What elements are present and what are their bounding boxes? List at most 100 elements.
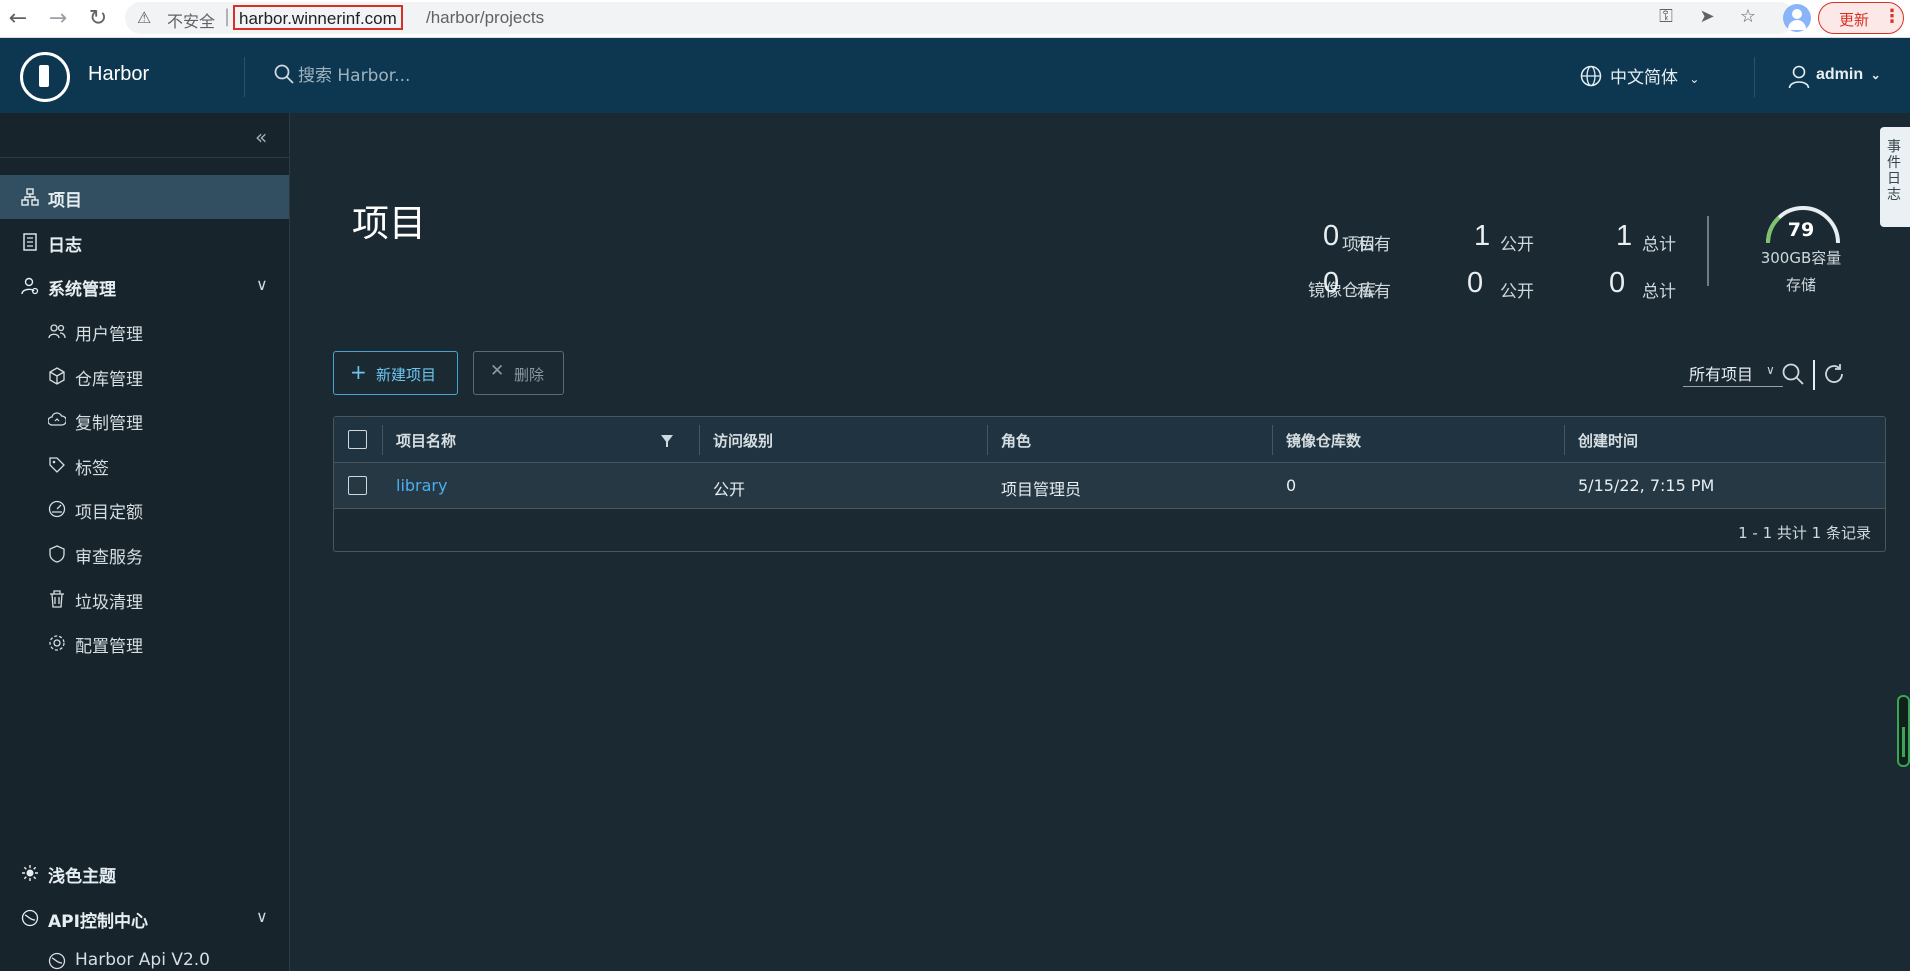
floating-scroll-widget[interactable] [1897, 695, 1910, 767]
user-icon [1788, 65, 1810, 89]
sidebar-item-projects[interactable]: 项目 [0, 175, 289, 219]
send-icon[interactable]: ➤ [1694, 6, 1720, 27]
sidebar-divider [0, 157, 290, 158]
stat-repos-public: 0 [1467, 267, 1484, 299]
column-header-created[interactable]: 创建时间 [1578, 430, 1638, 451]
sidebar-item-replication[interactable]: 复制管理 [0, 398, 289, 442]
select-all-checkbox[interactable] [348, 430, 367, 449]
table-header: 项目名称 访问级别 角色 镜像仓库数 创建时间 [334, 417, 1885, 463]
address-bar[interactable]: ⚠ 不安全 | harbor.winnerinf.com /harbor/pro… [125, 2, 1795, 34]
brand-name[interactable]: Harbor [88, 63, 149, 86]
column-divider [699, 425, 700, 455]
sidebar-item-label: 日志 [48, 236, 82, 256]
sidebar-item-api-center[interactable]: API控制中心 ∨ [0, 896, 289, 940]
column-divider [382, 425, 383, 455]
stat-repos-private: 0 [1323, 267, 1340, 299]
tag-icon [49, 457, 65, 473]
creation-time: 5/15/22, 7:15 PM [1578, 476, 1715, 495]
column-divider [1272, 425, 1273, 455]
star-icon[interactable]: ☆ [1735, 6, 1761, 27]
delete-button[interactable]: ✕ 删除 [473, 351, 564, 395]
sidebar-item-harbor-api[interactable]: Harbor Api V2.0 [0, 939, 289, 971]
sidebar-item-label: 审查服务 [75, 548, 143, 568]
sidebar-item-label: 项目定额 [75, 503, 143, 523]
language-selector[interactable]: 中文简体 ⌄ [1610, 63, 1699, 88]
new-project-button[interactable]: + 新建项目 [333, 351, 458, 395]
sidebar-item-label: 标签 [75, 459, 109, 479]
forward-icon[interactable]: → [44, 5, 72, 33]
chevron-down-icon: ∨ [256, 907, 268, 926]
stat-projects-public: 1 [1474, 220, 1491, 252]
sidebar-item-label: 仓库管理 [75, 370, 143, 390]
stat-projects-total: 1 [1616, 220, 1633, 252]
sidebar-item-label: 垃圾清理 [75, 593, 143, 613]
header-divider-right [1754, 57, 1755, 97]
api-item-label: Harbor Api V2.0 [75, 950, 210, 970]
project-name-link[interactable]: library [396, 476, 447, 495]
column-header-repo-count[interactable]: 镜像仓库数 [1286, 430, 1361, 451]
update-button[interactable]: 更新 ⋮ [1818, 2, 1904, 34]
chevron-down-icon: ⌄ [1870, 68, 1881, 82]
column-header-name[interactable]: 项目名称 [396, 430, 456, 451]
harbor-logo[interactable] [20, 52, 70, 102]
back-icon[interactable]: ← [4, 5, 32, 33]
access-level: 公开 [713, 480, 746, 499]
delete-label: 删除 [514, 366, 545, 384]
collapse-sidebar-icon[interactable]: « [255, 125, 267, 149]
sidebar-item-logs[interactable]: 日志 [0, 220, 289, 264]
sidebar-item-scanners[interactable]: 审查服务 [0, 532, 289, 576]
sidebar-item-label: 复制管理 [75, 414, 143, 434]
search-icon[interactable] [1781, 362, 1805, 386]
global-search-input[interactable] [298, 60, 698, 92]
row-checkbox[interactable] [348, 476, 367, 495]
projects-table: 项目名称 访问级别 角色 镜像仓库数 创建时间 library 公开 项目管理员… [333, 416, 1886, 552]
toolbar-divider [1813, 360, 1815, 390]
sidebar-item-label: 配置管理 [75, 637, 143, 657]
sidebar-item-registries[interactable]: 仓库管理 [0, 354, 289, 398]
theme-label: 浅色主题 [48, 867, 116, 887]
stat-projects-private: 0 [1323, 220, 1340, 252]
storage-value: 79 [1787, 219, 1815, 241]
theme-toggle[interactable]: 浅色主题 [0, 851, 289, 895]
filter-selected: 所有项目 [1689, 365, 1754, 384]
key-icon[interactable]: ⚿ [1653, 6, 1679, 27]
sidebar-item-labels[interactable]: 标签 [0, 443, 289, 487]
repo-count: 0 [1286, 476, 1297, 495]
column-header-role[interactable]: 角色 [1001, 430, 1031, 451]
event-log-tab[interactable]: 事件日志 [1880, 127, 1910, 227]
profile-avatar[interactable] [1783, 4, 1811, 32]
sidebar-item-users[interactable]: 用户管理 [0, 309, 289, 353]
stats-divider [1707, 216, 1709, 286]
sidebar-item-gc[interactable]: 垃圾清理 [0, 577, 289, 621]
projects-icon [21, 188, 39, 206]
main-content: 项目 项目 0 私有 1 公开 1 总计 镜像仓库 0 私有 0 公开 0 总计… [290, 113, 1910, 971]
app-header: Harbor 中文简体 ⌄ admin ⌄ [0, 38, 1910, 113]
column-divider [987, 425, 988, 455]
table-row[interactable]: library 公开 项目管理员 0 5/15/22, 7:15 PM [334, 463, 1885, 509]
search-icon [274, 64, 294, 84]
sidebar-item-admin[interactable]: 系统管理 ∨ [0, 264, 289, 308]
project-filter-select[interactable]: 所有项目 ∨ [1683, 359, 1783, 387]
more-icon: ⋮ [1883, 6, 1901, 27]
filter-icon[interactable] [661, 435, 673, 447]
refresh-icon[interactable] [1822, 362, 1846, 386]
column-header-access[interactable]: 访问级别 [713, 430, 773, 451]
close-icon: ✕ [490, 361, 505, 381]
reload-icon[interactable]: ↻ [84, 5, 112, 33]
admin-icon [21, 277, 39, 295]
pagination-summary: 1 - 1 共计 1 条记录 [1738, 524, 1871, 542]
registry-icon [49, 367, 65, 385]
new-project-label: 新建项目 [376, 366, 437, 384]
storage-label: 存储 [1785, 276, 1816, 294]
users-icon [48, 324, 66, 339]
user-menu[interactable]: admin ⌄ [1816, 66, 1881, 84]
event-log-label: 事件日志 [1887, 139, 1901, 203]
header-divider [244, 57, 245, 97]
page-title: 项目 [352, 202, 426, 245]
chevron-down-icon: ∨ [256, 275, 268, 294]
stat-total-label: 总计 [1642, 235, 1676, 255]
browser-toolbar: ← → ↻ ⚠ 不安全 | harbor.winnerinf.com /harb… [0, 0, 1910, 38]
sidebar-item-quotas[interactable]: 项目定额 [0, 487, 289, 531]
shield-icon [49, 545, 65, 563]
sidebar-item-config[interactable]: 配置管理 [0, 621, 289, 665]
